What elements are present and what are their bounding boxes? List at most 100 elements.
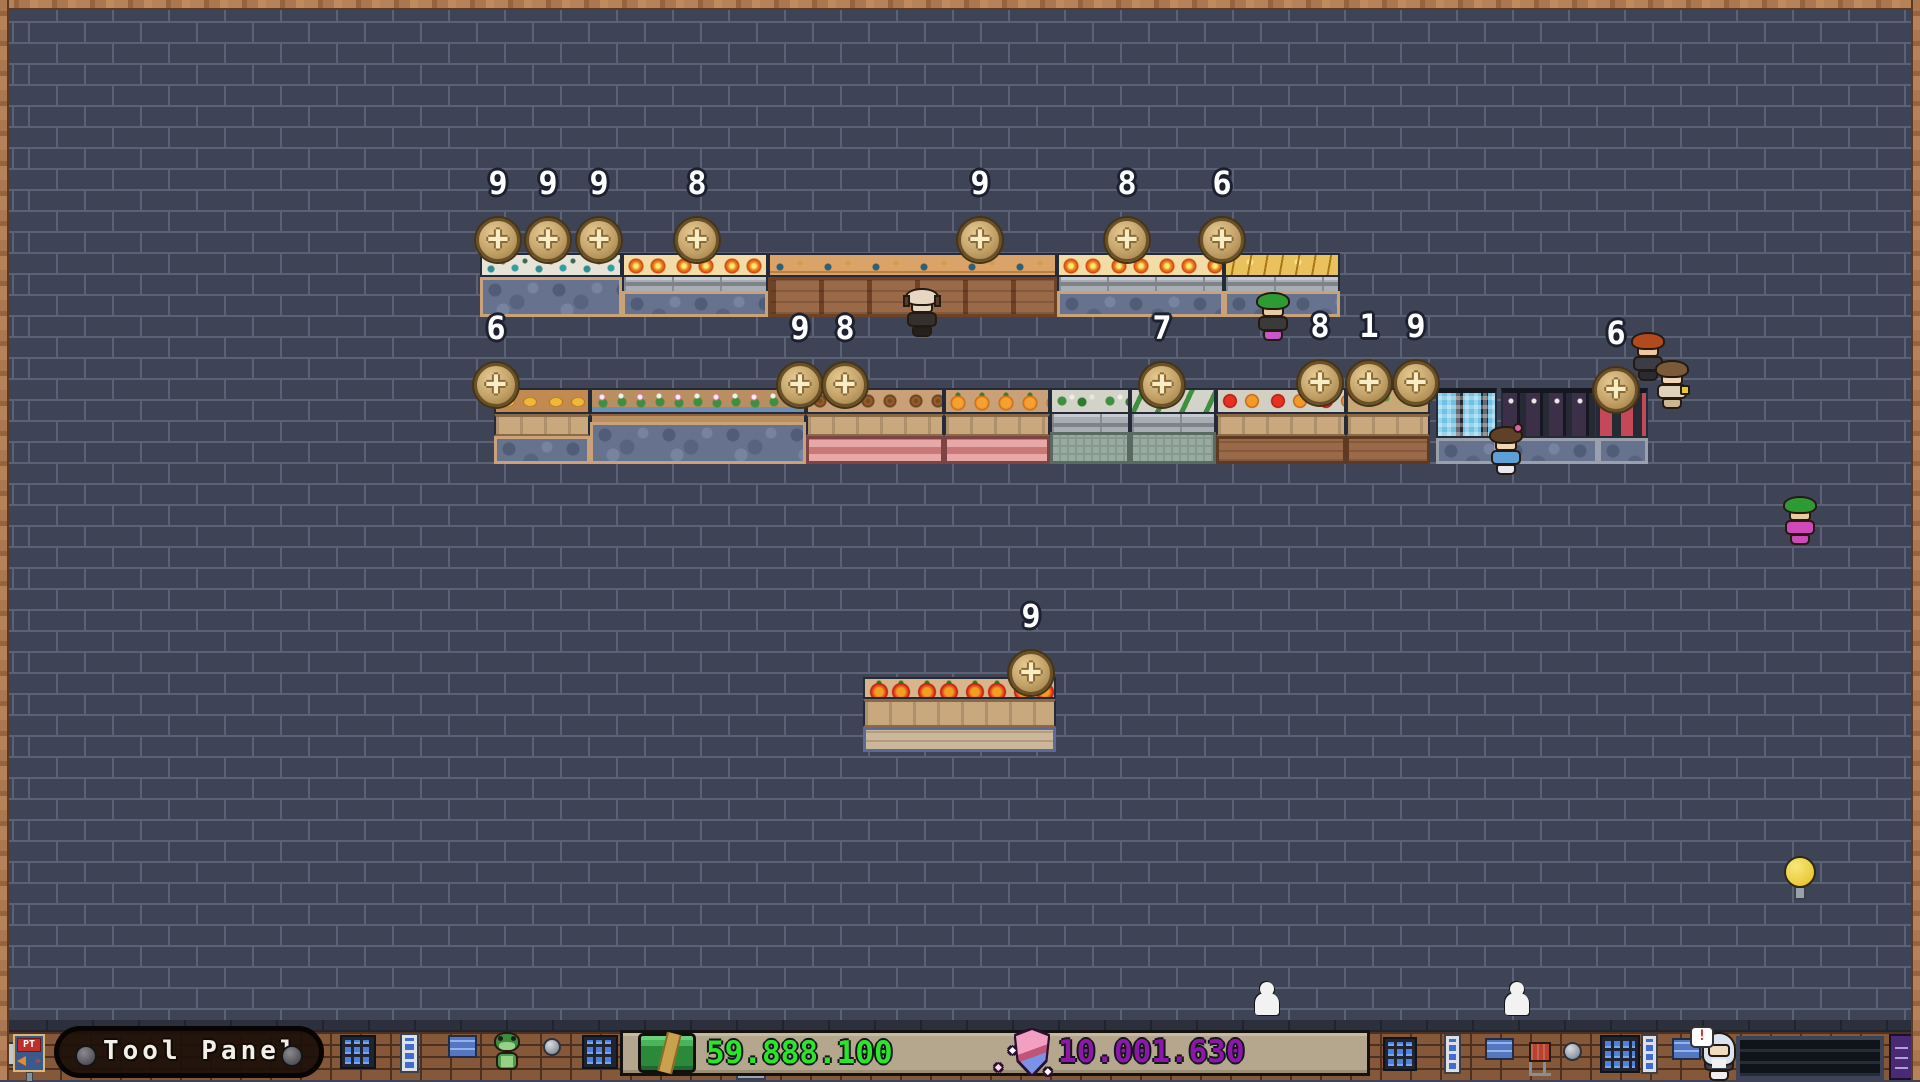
stall-fish-counter[interactable] [480, 253, 622, 317]
character-hair [1655, 360, 1689, 378]
upgrade-plus-button[interactable]: + [1298, 361, 1342, 405]
tool-panel-button[interactable]: Tool Panel [54, 1026, 324, 1078]
donut-stall-base [806, 436, 944, 464]
held-item-icon [1680, 385, 1690, 395]
stall-corn-stall[interactable] [1050, 388, 1130, 464]
stall-pumpkin-stall[interactable] [944, 388, 1050, 464]
roast-counter-drawer [1057, 277, 1224, 291]
upgrade-plus-button[interactable]: + [1594, 368, 1638, 412]
pt-sign-post [26, 1072, 33, 1082]
apple-stand-crate [863, 699, 1056, 727]
frog-npc [494, 1032, 520, 1078]
customer-spot-marker [1254, 982, 1280, 1018]
bread-stall-crate [494, 414, 590, 436]
balloon-top [1784, 856, 1816, 888]
plus-icon: + [1358, 361, 1380, 402]
character-body [1491, 450, 1521, 465]
plus-icon: + [537, 218, 559, 259]
stall-level-count: 8 [687, 166, 706, 200]
flower-stall-base [590, 422, 806, 464]
character-balding-man [903, 288, 941, 338]
tool-panel-left-knob[interactable] [75, 1045, 97, 1067]
drink-levels [405, 1038, 414, 1068]
drink-machine [1641, 1034, 1658, 1074]
skewer-counter-goods [768, 253, 1057, 277]
pumpkin-stall-base [944, 436, 1050, 464]
upgrade-plus-button[interactable]: + [1394, 361, 1438, 405]
customer-spot-marker [1504, 982, 1530, 1018]
upgrade-plus-button[interactable]: + [1347, 361, 1391, 405]
grain-counter-drawer [1224, 277, 1340, 291]
upgrade-plus-button[interactable]: + [1009, 651, 1053, 695]
grain-counter-goods [1224, 253, 1340, 277]
pt-sign-label: PT [17, 1038, 41, 1052]
upgrade-plus-button[interactable]: + [474, 363, 518, 407]
character-bow-girl [1487, 426, 1525, 476]
plus-icon: + [1309, 361, 1331, 402]
grill-counter-drawer [622, 277, 768, 291]
vending-machine [582, 1035, 618, 1069]
donut-stall-crate [806, 414, 944, 436]
character-green-haired-shopper [1254, 292, 1292, 342]
upgrade-plus-button[interactable]: + [1105, 218, 1149, 262]
cart-legs [1529, 1062, 1551, 1076]
upgrade-plus-button[interactable]: + [1200, 218, 1244, 262]
upgrade-plus-button[interactable]: + [476, 218, 520, 262]
game-world: 9+9+9+8+9+8+6+6+9+8+7+8+1+9+6+9+ [0, 0, 1920, 1080]
tool-panel-label: Tool Panel [103, 1036, 275, 1066]
vending-machine [340, 1035, 376, 1069]
money-value: 59.888.100 [706, 1032, 893, 1074]
stall-level-count: 9 [1406, 309, 1425, 343]
stall-level-count: 1 [1359, 309, 1378, 343]
stall-level-count: 9 [790, 311, 809, 345]
plus-icon: + [969, 218, 991, 259]
plus-icon: + [1151, 363, 1173, 404]
corn-stall-drawer [1050, 414, 1130, 432]
character-pink-dress-girl [1781, 496, 1819, 546]
character-body [1258, 316, 1288, 331]
stall-flower-stall[interactable] [590, 388, 806, 464]
shopping-cart [1529, 1042, 1551, 1079]
gem-value: 10.001.630 [1058, 1031, 1245, 1073]
cash-stack-icon [638, 1033, 696, 1073]
plus-icon: + [487, 218, 509, 259]
upgrade-plus-button[interactable]: + [778, 363, 822, 407]
upgrade-plus-button[interactable]: + [1140, 363, 1184, 407]
frog-face [499, 1042, 515, 1050]
drink-machine [1444, 1034, 1461, 1074]
speech-bubble: ! [1690, 1026, 1714, 1048]
upgrade-plus-button[interactable]: + [675, 218, 719, 262]
stall-level-count: 9 [589, 166, 608, 200]
vending-cells [1605, 1040, 1635, 1068]
tomato-stall-base [1216, 436, 1346, 464]
stall-grill-counter[interactable] [622, 253, 768, 317]
character-legs [1263, 330, 1283, 341]
stall-level-count: 7 [1152, 311, 1171, 345]
flower-stall-shelf [590, 414, 806, 422]
drink-machine [400, 1033, 419, 1073]
upgrade-plus-button[interactable]: + [526, 218, 570, 262]
drink-levels [1449, 1039, 1456, 1069]
stall-donut-stall[interactable] [806, 388, 944, 464]
corn-stall-base [1050, 432, 1130, 464]
stall-level-count: 8 [1117, 166, 1136, 200]
flower-stall-goods [590, 388, 806, 414]
gem-counter: 10.001.630 [1016, 1030, 1245, 1074]
wood-frame-top [0, 0, 1920, 10]
vending-cells [345, 1040, 371, 1064]
upgrade-plus-button[interactable]: + [823, 363, 867, 407]
tomato-stall-crate [1216, 414, 1346, 436]
vending-cells [587, 1040, 613, 1064]
upgrade-plus-button[interactable]: + [577, 218, 621, 262]
tool-panel-right-knob[interactable] [281, 1045, 303, 1067]
character-hair [1783, 496, 1817, 514]
upgrade-plus-button[interactable]: + [958, 218, 1002, 262]
wall-window [448, 1035, 477, 1058]
stall-roast-counter[interactable] [1057, 253, 1224, 317]
apple-stand-base [863, 727, 1056, 752]
stall-level-count: 6 [1606, 316, 1625, 350]
stall-level-count: 9 [538, 166, 557, 200]
bottom-wall: 59.888.100 10.001.630 Tool Panel PT » ! [0, 1020, 1920, 1080]
character-hair [1256, 292, 1290, 310]
balloon-marker [1784, 856, 1816, 900]
